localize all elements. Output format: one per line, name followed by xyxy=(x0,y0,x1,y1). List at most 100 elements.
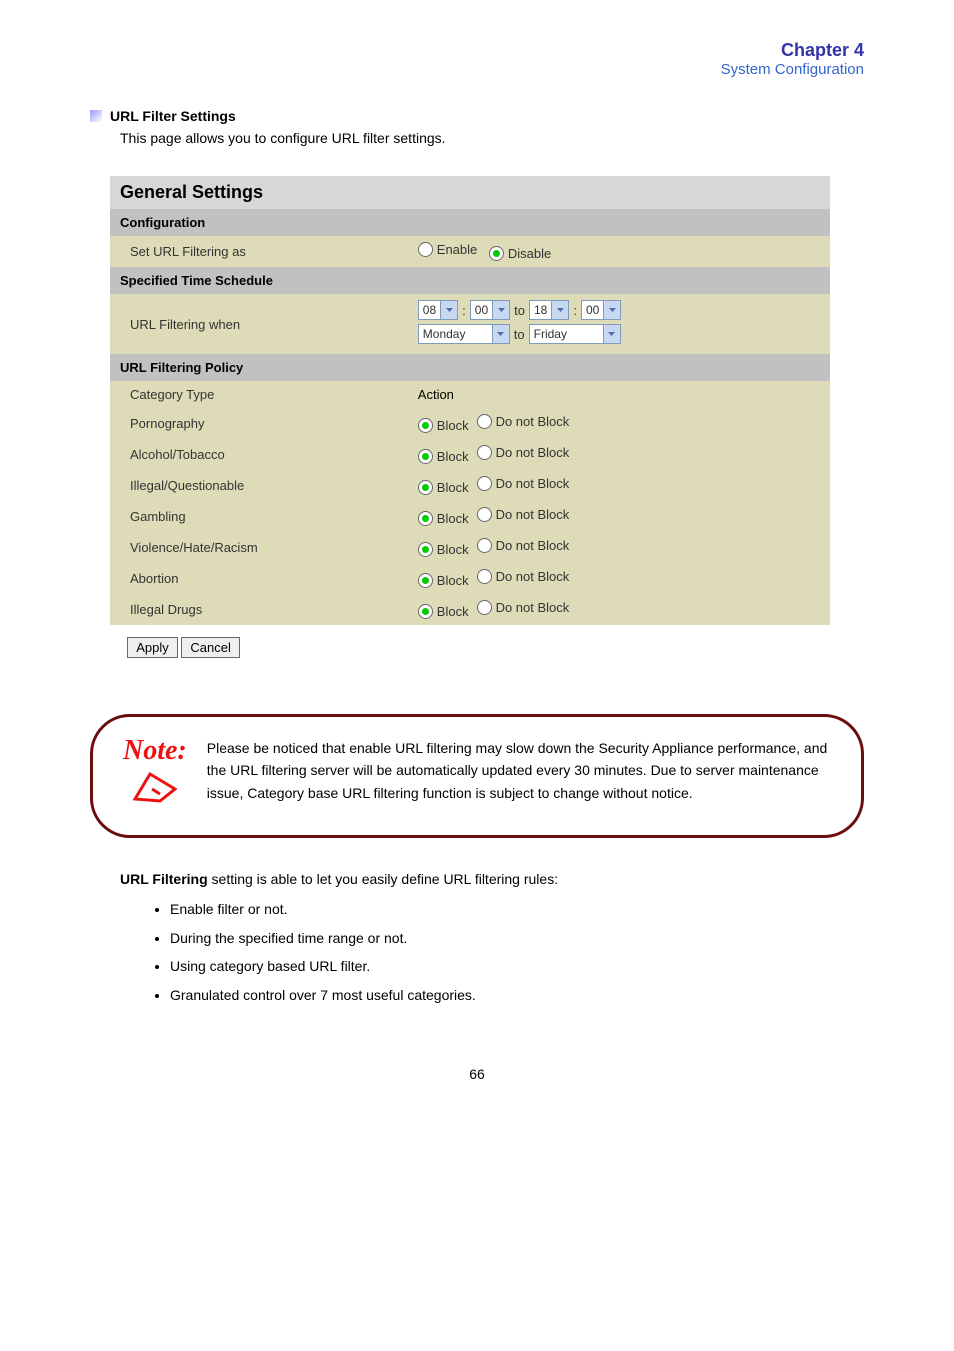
block-radio[interactable]: Block xyxy=(418,511,469,526)
block-radio[interactable]: Block xyxy=(418,480,469,495)
category-label: Gambling xyxy=(110,501,408,532)
chevron-down-icon xyxy=(440,301,457,319)
page-header: Chapter 4 System Configuration xyxy=(90,40,864,78)
notblock-radio[interactable]: Do not Block xyxy=(477,569,570,584)
from-day-select[interactable]: Monday xyxy=(418,324,510,344)
to-sep: to xyxy=(514,303,525,318)
subsection-intro: This page allows you to configure URL fi… xyxy=(120,130,864,146)
notblock-radio-label: Do not Block xyxy=(496,414,570,429)
block-radio[interactable]: Block xyxy=(418,573,469,588)
category-label: Alcohol/Tobacco xyxy=(110,439,408,470)
radio-icon xyxy=(477,569,492,584)
url-filtering-when-value: 08 : 00 to 18 : 00 Monday to Friday xyxy=(408,294,830,354)
radio-icon xyxy=(418,242,433,257)
category-action: Block Do not Block xyxy=(408,408,830,439)
radio-icon xyxy=(477,538,492,553)
notblock-radio[interactable]: Do not Block xyxy=(477,507,570,522)
bullet-item: During the specified time range or not. xyxy=(170,927,864,949)
to-day-select[interactable]: Friday xyxy=(529,324,621,344)
settings-panel: General Settings Configuration Set URL F… xyxy=(110,176,830,664)
chevron-down-icon xyxy=(603,301,620,319)
colon-sep: : xyxy=(573,303,577,318)
notblock-radio-label: Do not Block xyxy=(496,600,570,615)
block-radio[interactable]: Block xyxy=(418,418,469,433)
block-radio-label: Block xyxy=(437,511,469,526)
notblock-radio-label: Do not Block xyxy=(496,476,570,491)
notblock-radio-label: Do not Block xyxy=(496,569,570,584)
chevron-down-icon xyxy=(492,301,509,319)
radio-icon xyxy=(477,414,492,429)
policy-row: Violence/Hate/Racism Block Do not Block xyxy=(110,532,830,563)
enable-radio[interactable]: Enable xyxy=(418,242,477,257)
block-radio-label: Block xyxy=(437,449,469,464)
from-hour-select[interactable]: 08 xyxy=(418,300,458,320)
col-category: Category Type xyxy=(110,381,408,408)
notblock-radio[interactable]: Do not Block xyxy=(477,538,570,553)
policy-row: Pornography Block Do not Block xyxy=(110,408,830,439)
bullet-item: Granulated control over 7 most useful ca… xyxy=(170,984,864,1006)
radio-icon xyxy=(418,511,433,526)
radio-icon xyxy=(418,480,433,495)
radio-icon xyxy=(477,507,492,522)
radio-icon xyxy=(418,418,433,433)
radio-icon xyxy=(489,246,504,261)
block-radio[interactable]: Block xyxy=(418,604,469,619)
subsection-row: URL Filter Settings xyxy=(90,108,864,124)
chapter-title: Chapter 4 xyxy=(90,40,864,61)
section-policy: URL Filtering Policy xyxy=(110,354,830,381)
notblock-radio[interactable]: Do not Block xyxy=(477,600,570,615)
policy-row: Gambling Block Do not Block xyxy=(110,501,830,532)
chevron-down-icon xyxy=(603,325,620,343)
block-radio-label: Block xyxy=(437,604,469,619)
block-radio[interactable]: Block xyxy=(418,449,469,464)
chevron-down-icon xyxy=(551,301,568,319)
bullets-list: Enable filter or not. During the specifie… xyxy=(170,898,864,1006)
bullet-item: Enable filter or not. xyxy=(170,898,864,920)
radio-icon xyxy=(418,542,433,557)
category-action: Block Do not Block xyxy=(408,439,830,470)
category-label: Violence/Hate/Racism xyxy=(110,532,408,563)
radio-icon xyxy=(418,573,433,588)
block-radio-label: Block xyxy=(437,480,469,495)
radio-icon xyxy=(477,445,492,460)
page-number: 66 xyxy=(90,1066,864,1082)
to-min-select[interactable]: 00 xyxy=(581,300,621,320)
cancel-button[interactable]: Cancel xyxy=(181,637,239,658)
below-text: URL Filtering setting is able to let you… xyxy=(120,868,864,1006)
col-action: Action xyxy=(408,381,830,408)
colon-sep: : xyxy=(462,303,466,318)
category-label: Illegal/Questionable xyxy=(110,470,408,501)
notblock-radio[interactable]: Do not Block xyxy=(477,445,570,460)
notblock-radio-label: Do not Block xyxy=(496,538,570,553)
category-action: Block Do not Block xyxy=(408,470,830,501)
notblock-radio[interactable]: Do not Block xyxy=(477,414,570,429)
category-action: Block Do not Block xyxy=(408,594,830,625)
to-sep: to xyxy=(514,327,525,342)
note-text: Please be noticed that enable URL filter… xyxy=(207,737,831,804)
apply-button[interactable]: Apply xyxy=(127,637,178,658)
to-hour-select[interactable]: 18 xyxy=(529,300,569,320)
category-action: Block Do not Block xyxy=(408,563,830,594)
note-box: Note: Please be noticed that enable URL … xyxy=(90,714,864,838)
radio-icon xyxy=(477,600,492,615)
notblock-radio[interactable]: Do not Block xyxy=(477,476,570,491)
set-url-filtering-value: Enable Disable xyxy=(408,236,830,267)
section-subtitle: System Configuration xyxy=(90,61,864,78)
panel-title: General Settings xyxy=(110,176,830,209)
bullet-icon xyxy=(90,110,102,122)
category-label: Pornography xyxy=(110,408,408,439)
url-filtering-when-label: URL Filtering when xyxy=(110,294,408,354)
subsection-title: URL Filter Settings xyxy=(110,108,236,124)
bullet-item: Using category based URL filter. xyxy=(170,955,864,977)
section-configuration: Configuration xyxy=(110,209,830,236)
set-url-filtering-label: Set URL Filtering as xyxy=(110,236,408,267)
below-bold: URL Filtering xyxy=(120,871,208,887)
block-radio[interactable]: Block xyxy=(418,542,469,557)
radio-icon xyxy=(477,476,492,491)
policy-row: Alcohol/Tobacco Block Do not Block xyxy=(110,439,830,470)
disable-radio[interactable]: Disable xyxy=(489,246,551,261)
from-min-select[interactable]: 00 xyxy=(470,300,510,320)
radio-icon xyxy=(418,449,433,464)
disable-radio-label: Disable xyxy=(508,246,551,261)
policy-row: AbortionBlockDo not Block xyxy=(110,563,830,594)
